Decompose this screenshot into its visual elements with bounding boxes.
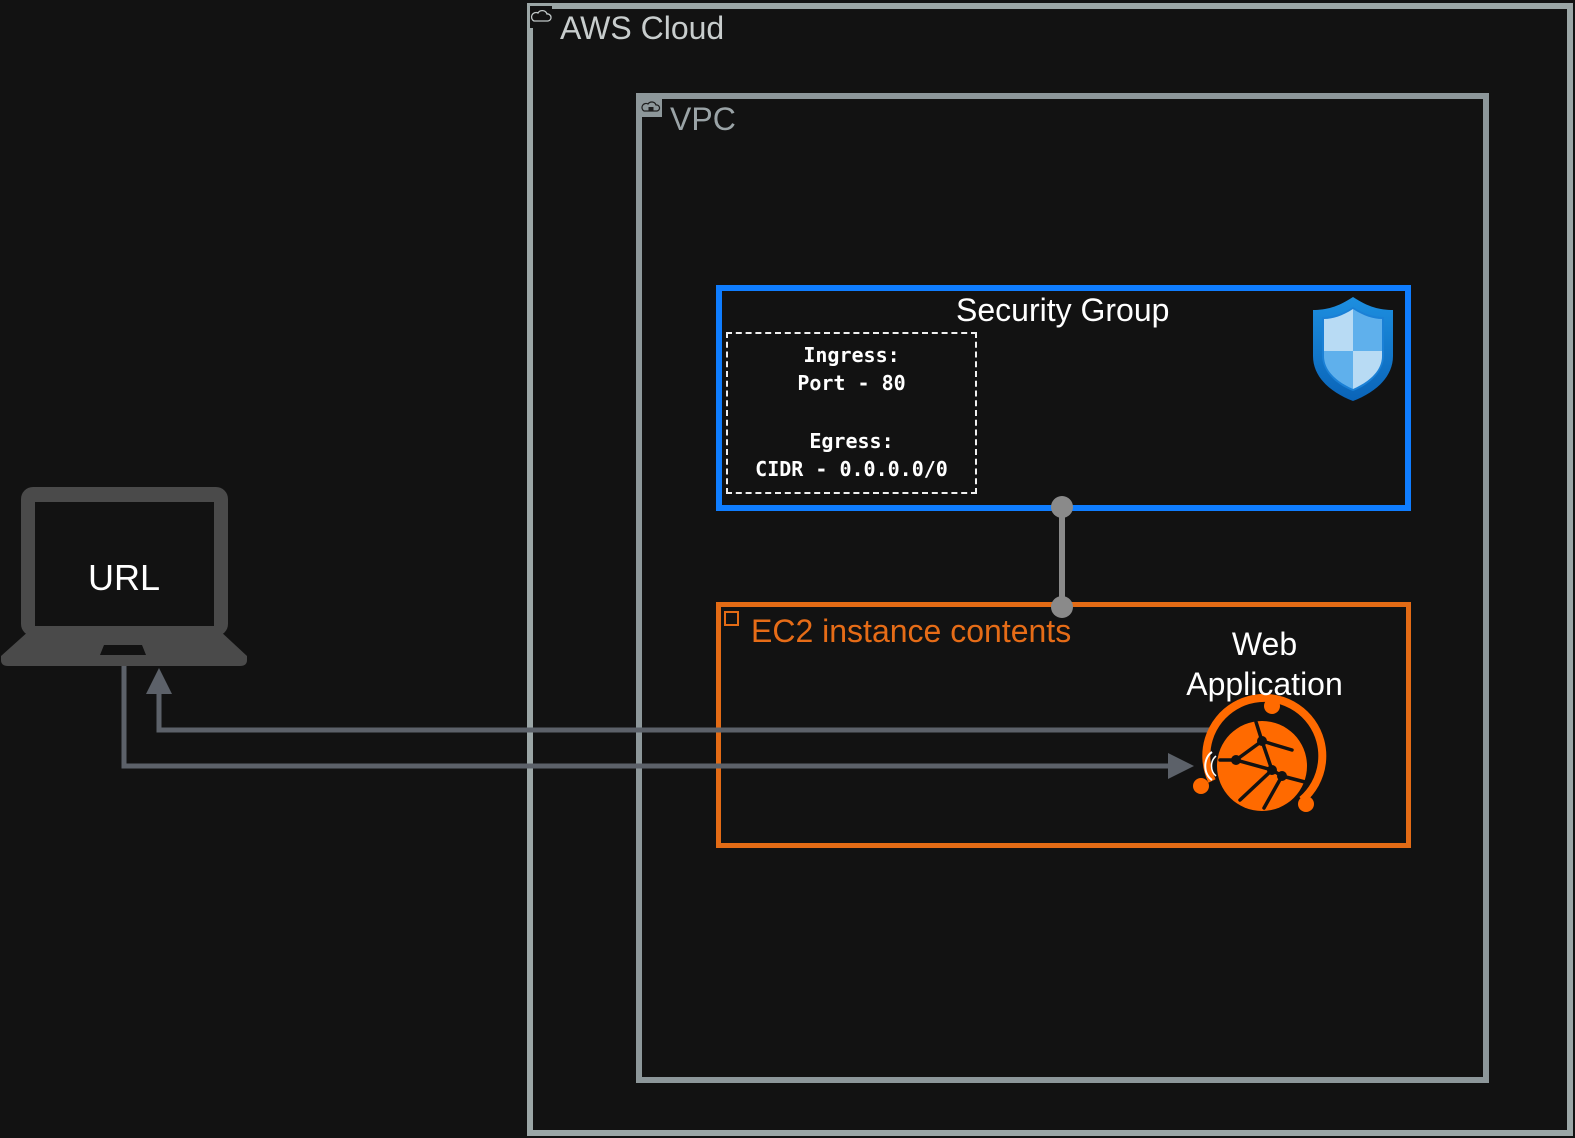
egress-label: Egress:: [809, 429, 894, 453]
web-application-label: Web Application: [1186, 626, 1343, 702]
vpc-lock-cloud-icon: [640, 97, 662, 117]
request-arrow: [121, 664, 1194, 779]
egress-value: CIDR - 0.0.0.0/0: [755, 457, 948, 481]
diagram-svg-layer: [1, 6, 1393, 812]
ec2-instance-label: EC2 instance contents: [751, 613, 1072, 649]
ingress-value: Port - 80: [797, 371, 906, 395]
security-group-title: Security Group: [956, 292, 1170, 328]
cloud-icon: [530, 6, 552, 28]
sg-ec2-link: [1051, 496, 1073, 618]
shield-icon: [1313, 297, 1393, 401]
response-arrow: [146, 668, 1212, 733]
diagram-canvas: AWS Cloud VPC Security Group Ingress: Po…: [0, 0, 1575, 1138]
security-rules-note: Ingress: Port - 80 Egress: CIDR - 0.0.0.…: [726, 332, 977, 494]
ec2-chip-icon: [724, 611, 739, 626]
ingress-label: Ingress:: [803, 343, 900, 367]
url-label: URL: [88, 557, 161, 598]
aws-cloud-label: AWS Cloud: [560, 10, 725, 46]
web-app-globe-icon: [1193, 693, 1327, 812]
vpc-label: VPC: [670, 101, 736, 137]
